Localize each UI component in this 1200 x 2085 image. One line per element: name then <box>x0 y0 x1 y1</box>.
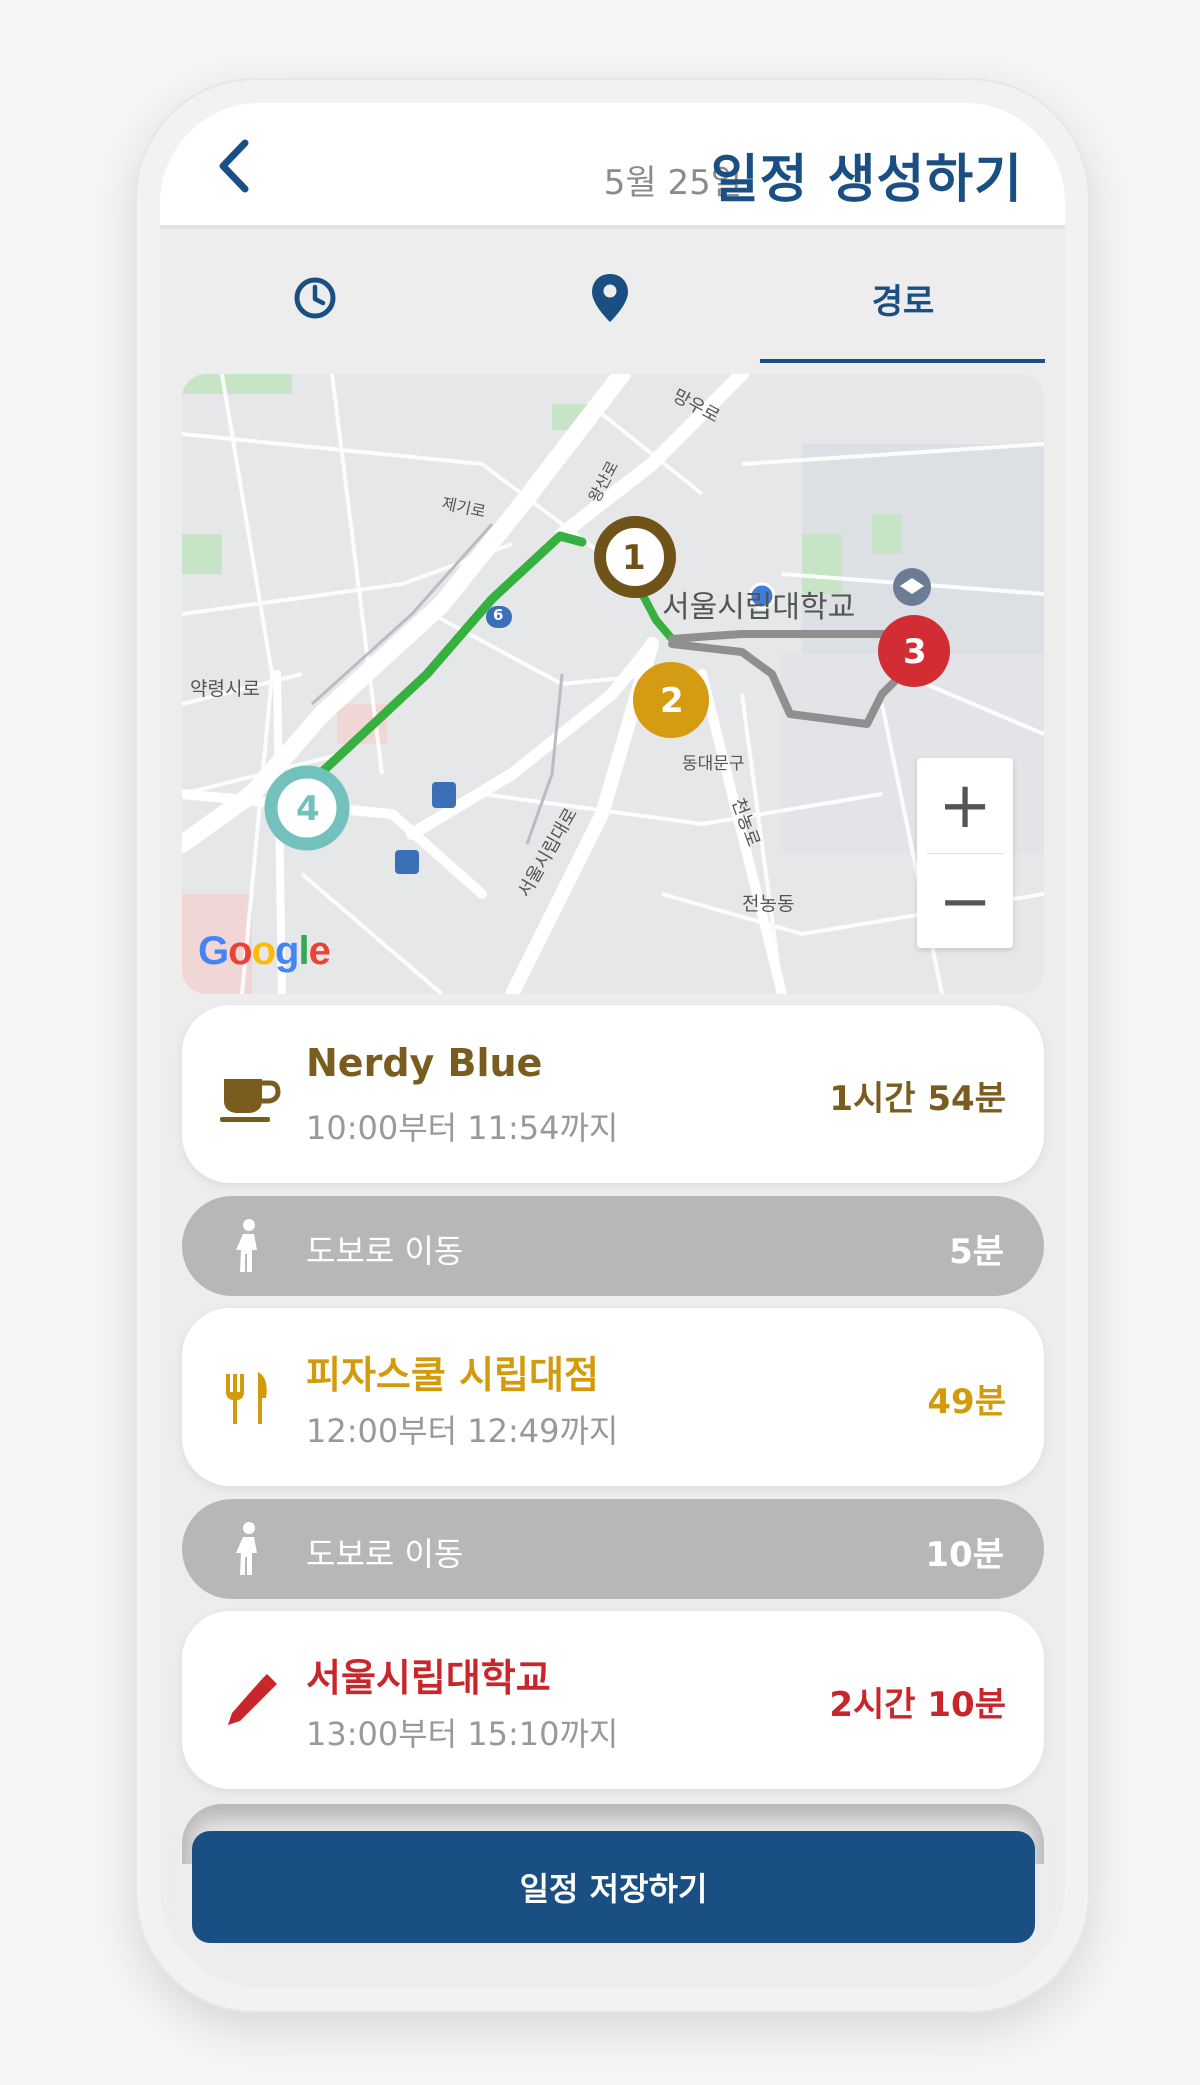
tab-time[interactable] <box>170 233 460 363</box>
schedule-time-range: 13:00부터 15:10까지 <box>306 1715 619 1753</box>
map-label-campus: 서울시립대학교 <box>662 590 856 625</box>
chevron-left-icon <box>219 139 249 193</box>
back-button[interactable] <box>205 131 265 201</box>
walk-duration: 5분 <box>949 1232 1004 1272</box>
schedule-place-name: 피자스쿨 시립대점 <box>306 1353 599 1397</box>
route-marker-2[interactable]: 2 <box>660 681 684 721</box>
active-tab-indicator <box>760 359 1045 363</box>
walk-segment[interactable]: 도보로 이동 10분 <box>182 1499 1044 1599</box>
zoom-control: + − <box>917 758 1013 948</box>
zoom-in-button[interactable]: + <box>917 758 1013 853</box>
tab-bar: 경로 <box>160 233 1065 363</box>
phone-frame: 5월 25일 일정 생성하기 경로 망우로 제기로 왕산로 약령시로 서울시립대… <box>135 78 1090 2013</box>
schedule-time-range: 12:00부터 12:49까지 <box>306 1412 619 1450</box>
walk-label: 도보로 이동 <box>306 1232 464 1270</box>
schedule-duration: 49분 <box>927 1382 1006 1422</box>
walk-label: 도보로 이동 <box>306 1535 464 1573</box>
coffee-cup-icon <box>220 1079 281 1122</box>
subway-line-badge: 6 <box>493 606 504 624</box>
app-screen: 5월 25일 일정 생성하기 경로 망우로 제기로 왕산로 약령시로 서울시립대… <box>160 103 1065 1988</box>
metro-sign-shape <box>395 850 419 874</box>
save-schedule-button[interactable]: 일정 저장하기 <box>192 1831 1035 1943</box>
google-logo: Google <box>198 929 331 973</box>
schedule-duration: 1시간 54분 <box>829 1079 1006 1119</box>
walking-person-icon <box>236 1522 257 1575</box>
location-pin-icon <box>592 274 628 322</box>
map-label-jeonnong-dong: 전농동 <box>742 893 795 915</box>
tab-location[interactable] <box>465 233 755 363</box>
header: 5월 25일 일정 생성하기 <box>160 103 1065 229</box>
map-label-dongdaemun-gu: 동대문구 <box>682 754 745 774</box>
clock-icon <box>294 277 336 319</box>
schedule-item-nerdy-blue[interactable]: Nerdy Blue 10:00부터 11:54까지 1시간 54분 <box>182 1005 1044 1183</box>
schedule-duration: 2시간 10분 <box>829 1685 1006 1725</box>
schedule-time-range: 10:00부터 11:54까지 <box>306 1109 619 1147</box>
route-map[interactable]: 망우로 제기로 왕산로 약령시로 서울시립대학교 동대문구 서울시립대로 천농로… <box>182 374 1044 994</box>
schedule-place-name: Nerdy Blue <box>306 1041 543 1085</box>
route-marker-1[interactable]: 1 <box>622 538 646 578</box>
tab-route-label: 경로 <box>871 281 935 322</box>
page-title: 일정 생성하기 <box>710 150 1023 210</box>
walk-segment[interactable]: 도보로 이동 5분 <box>182 1196 1044 1296</box>
pencil-icon <box>228 1674 277 1725</box>
schedule-item-pizza-school[interactable]: 피자스쿨 시립대점 12:00부터 12:49까지 49분 <box>182 1308 1044 1486</box>
route-marker-4[interactable]: 4 <box>296 789 320 829</box>
schedule-place-name: 서울시립대학교 <box>306 1656 551 1700</box>
zoom-out-button[interactable]: − <box>917 854 1013 949</box>
map-label-yakryeongsi-ro: 약령시로 <box>190 678 260 700</box>
tab-route[interactable]: 경로 <box>758 233 1048 363</box>
walking-person-icon <box>236 1219 257 1272</box>
route-marker-3[interactable]: 3 <box>903 632 927 672</box>
walk-duration: 10분 <box>925 1535 1004 1575</box>
fork-knife-icon <box>226 1372 267 1424</box>
schedule-item-university[interactable]: 서울시립대학교 13:00부터 15:10까지 2시간 10분 <box>182 1611 1044 1789</box>
bus-stop-shape <box>432 782 456 808</box>
